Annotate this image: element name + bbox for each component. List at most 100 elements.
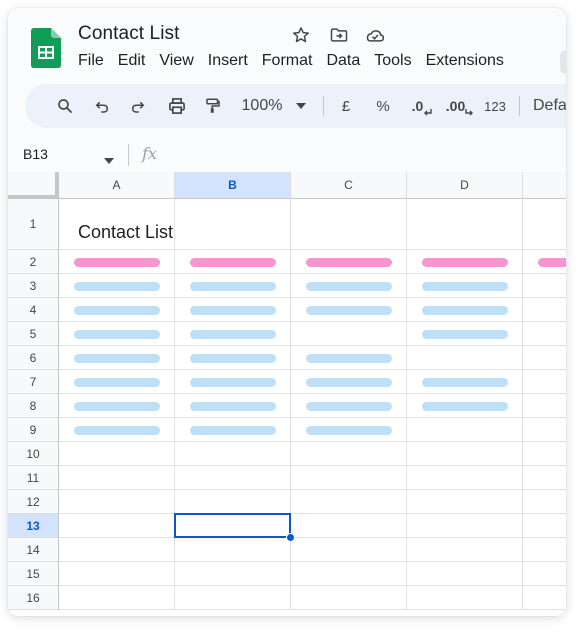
menu-data[interactable]: Data (319, 50, 367, 74)
more-formats-button[interactable]: 123 (481, 84, 509, 128)
cell-e11[interactable] (523, 466, 566, 490)
cell-d11[interactable] (407, 466, 523, 490)
cell-a16[interactable] (59, 586, 175, 610)
menu-insert[interactable]: Insert (201, 50, 255, 74)
cell-b10[interactable] (175, 442, 291, 466)
row-header-4[interactable]: 4 (8, 298, 59, 322)
cell-a15[interactable] (59, 562, 175, 586)
move-to-folder-icon[interactable] (328, 24, 350, 46)
menu-file[interactable]: File (71, 50, 111, 74)
cell-b14[interactable] (175, 538, 291, 562)
paint-format-icon[interactable] (201, 84, 225, 128)
name-box[interactable]: B13 (23, 146, 48, 162)
menu-view[interactable]: View (152, 50, 200, 74)
cell-e10[interactable] (523, 442, 566, 466)
cell-e1[interactable] (523, 199, 566, 250)
star-icon[interactable] (290, 24, 312, 46)
row-header-12[interactable]: 12 (8, 490, 59, 514)
row-header-15[interactable]: 15 (8, 562, 59, 586)
row-header-16[interactable]: 16 (8, 586, 59, 610)
row-header-7[interactable]: 7 (8, 370, 59, 394)
cell-c14[interactable] (291, 538, 407, 562)
cell-e6[interactable] (523, 346, 566, 370)
currency-format-button[interactable]: £ (335, 84, 357, 128)
undo-icon[interactable] (90, 84, 114, 128)
cell-e16[interactable] (523, 586, 566, 610)
cell-e8[interactable] (523, 394, 566, 418)
sheets-logo-icon[interactable] (31, 28, 61, 68)
cell-a11[interactable] (59, 466, 175, 490)
row-header-10[interactable]: 10 (8, 442, 59, 466)
cell-c11[interactable] (291, 466, 407, 490)
cell-e5[interactable] (523, 322, 566, 346)
row-header-3[interactable]: 3 (8, 274, 59, 298)
cell-b11[interactable] (175, 466, 291, 490)
row-header-14[interactable]: 14 (8, 538, 59, 562)
increase-decimals-button[interactable]: .00 (443, 84, 477, 128)
cell-c15[interactable] (291, 562, 407, 586)
cell-c1[interactable] (291, 199, 407, 250)
cell-c12[interactable] (291, 490, 407, 514)
cell-e4[interactable] (523, 298, 566, 322)
menu-extensions[interactable]: Extensions (419, 50, 511, 74)
cell-b16[interactable] (175, 586, 291, 610)
column-header-d[interactable]: D (407, 172, 523, 199)
cell-c10[interactable] (291, 442, 407, 466)
zoom-select[interactable]: 100% (237, 84, 287, 128)
row-header-1[interactable]: 1 (8, 199, 59, 250)
cell-a14[interactable] (59, 538, 175, 562)
cell-a12[interactable] (59, 490, 175, 514)
document-title[interactable]: Contact List (78, 23, 180, 45)
active-cell-selection[interactable] (174, 513, 291, 538)
row-header-5[interactable]: 5 (8, 322, 59, 346)
row-header-13[interactable]: 13 (8, 514, 59, 538)
cell-d1[interactable] (407, 199, 523, 250)
row-header-6[interactable]: 6 (8, 346, 59, 370)
column-header-a[interactable]: A (59, 172, 175, 199)
cell-c5[interactable] (291, 322, 407, 346)
redo-icon[interactable] (126, 84, 150, 128)
fill-handle[interactable] (286, 533, 295, 542)
search-icon[interactable] (53, 84, 77, 128)
cell-e14[interactable] (523, 538, 566, 562)
name-box-dropdown-icon[interactable] (104, 151, 114, 169)
cell-c16[interactable] (291, 586, 407, 610)
row-header-2[interactable]: 2 (8, 250, 59, 274)
column-header-b[interactable]: B (175, 172, 291, 199)
cell-e7[interactable] (523, 370, 566, 394)
zoom-dropdown-icon[interactable] (293, 84, 309, 128)
cell-d12[interactable] (407, 490, 523, 514)
print-icon[interactable] (164, 84, 190, 128)
cloud-saved-icon[interactable] (364, 24, 386, 46)
cell-b12[interactable] (175, 490, 291, 514)
cell-d16[interactable] (407, 586, 523, 610)
percent-format-button[interactable]: % (371, 84, 395, 128)
row-header-9[interactable]: 9 (8, 418, 59, 442)
column-header-e[interactable] (523, 172, 566, 199)
menu-edit[interactable]: Edit (111, 50, 153, 74)
cell-d14[interactable] (407, 538, 523, 562)
cell-e12[interactable] (523, 490, 566, 514)
cell-c13[interactable] (291, 514, 407, 538)
cell-b15[interactable] (175, 562, 291, 586)
cell-e9[interactable] (523, 418, 566, 442)
cell-d10[interactable] (407, 442, 523, 466)
column-header-c[interactable]: C (291, 172, 407, 199)
cell-d15[interactable] (407, 562, 523, 586)
row-header-8[interactable]: 8 (8, 394, 59, 418)
select-all-corner[interactable] (8, 172, 59, 199)
row-header-11[interactable]: 11 (8, 466, 59, 490)
cell-d9[interactable] (407, 418, 523, 442)
cell-d13[interactable] (407, 514, 523, 538)
cell-e15[interactable] (523, 562, 566, 586)
cell-a10[interactable] (59, 442, 175, 466)
cell-e3[interactable] (523, 274, 566, 298)
menu-tools[interactable]: Tools (367, 50, 418, 74)
menu-format[interactable]: Format (255, 50, 320, 74)
cell-a13[interactable] (59, 514, 175, 538)
font-select[interactable]: Defa (533, 84, 566, 128)
decrease-decimals-button[interactable]: .0 (407, 84, 437, 128)
cell-e13[interactable] (523, 514, 566, 538)
cell-d6[interactable] (407, 346, 523, 370)
cell-b1[interactable] (175, 199, 291, 250)
